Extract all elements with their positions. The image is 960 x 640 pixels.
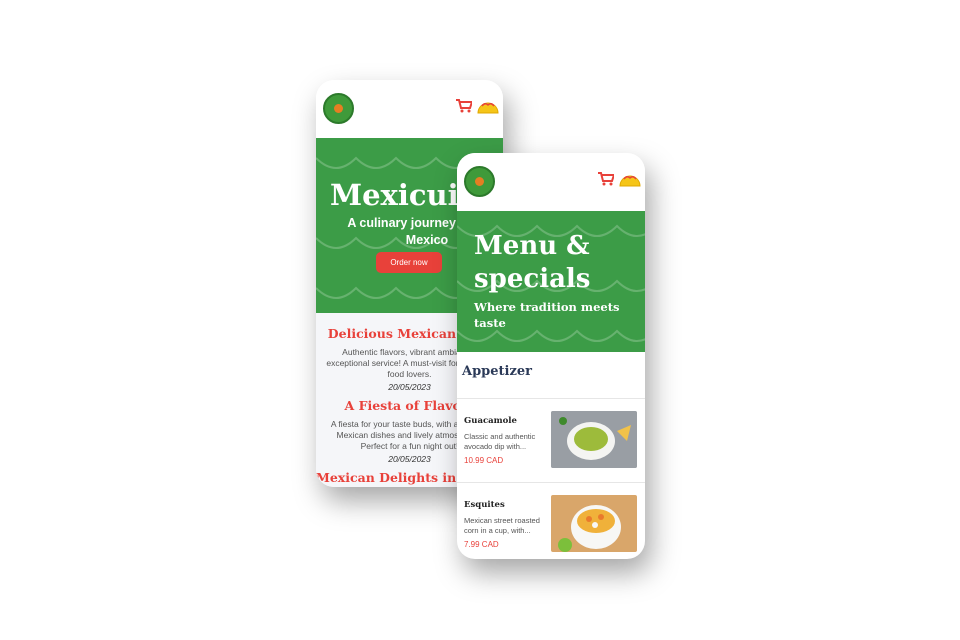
menu-item[interactable]: Esquites Mexican street roasted corn in … <box>457 483 645 559</box>
item-description: Mexican street roasted corn in a cup, wi… <box>464 516 540 535</box>
item-name: Esquites <box>464 500 505 510</box>
cart-icon[interactable] <box>598 172 614 186</box>
hero-banner: Menu & specials Where tradition meets ta… <box>457 211 645 352</box>
cart-icon[interactable] <box>456 99 472 113</box>
item-price: 7.99 CAD <box>464 540 499 549</box>
item-name: Guacamole <box>464 416 517 426</box>
menu-item[interactable]: Guacamole Classic and authentic avocado … <box>457 399 645 483</box>
hero-subtitle: Where tradition meets taste <box>474 300 620 330</box>
item-description: Classic and authentic avocado dip with..… <box>464 432 536 451</box>
guacamole-image <box>551 411 637 468</box>
hero-title: Menu & specials <box>474 231 591 294</box>
section-title: Appetizer <box>462 364 532 379</box>
menu-section-header: Appetizer <box>457 352 645 399</box>
taco-icon[interactable] <box>477 98 499 114</box>
order-now-button[interactable]: Order now <box>376 252 442 273</box>
header <box>316 80 503 138</box>
logo-icon[interactable] <box>464 166 495 197</box>
header <box>457 153 645 211</box>
esquites-image <box>551 495 637 552</box>
taco-icon[interactable] <box>619 171 641 187</box>
menu-screen: Menu & specials Where tradition meets ta… <box>457 153 645 559</box>
item-price: 10.99 CAD <box>464 456 504 465</box>
logo-icon[interactable] <box>323 93 354 124</box>
